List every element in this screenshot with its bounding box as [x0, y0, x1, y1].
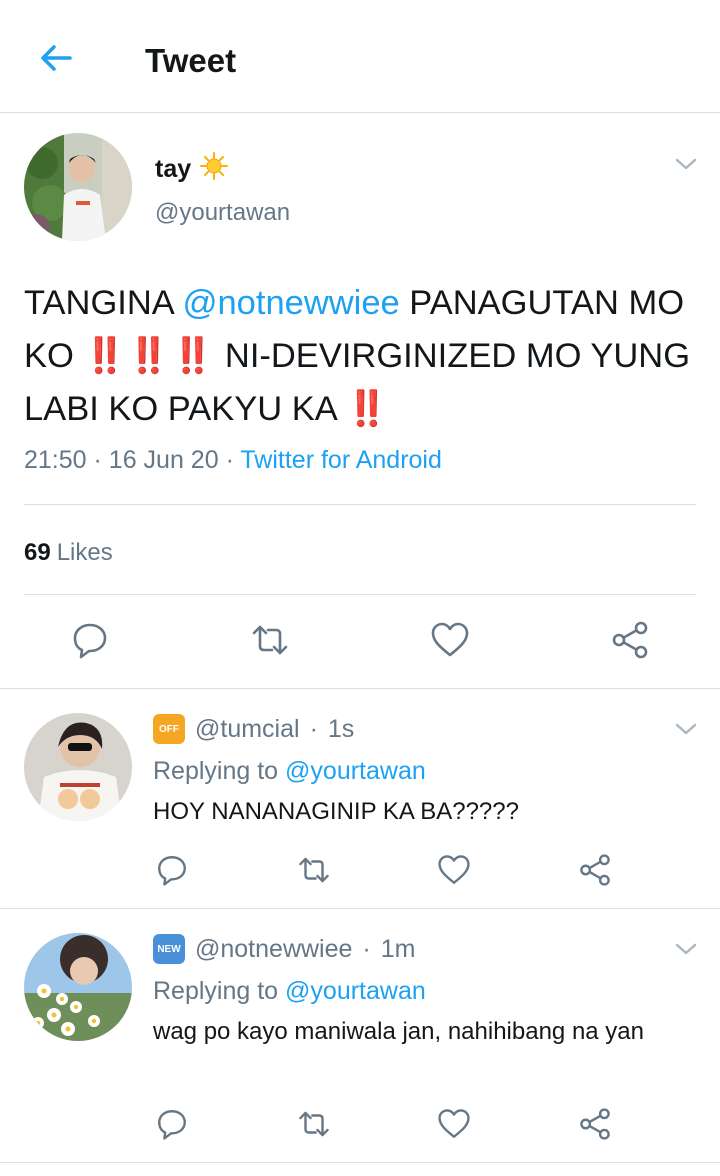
replying-to-link[interactable]: @yourtawan: [285, 977, 426, 1005]
replying-to-link[interactable]: @yourtawan: [285, 757, 426, 785]
divider: [0, 688, 720, 689]
back-arrow-icon[interactable]: [36, 38, 76, 78]
replying-to: Replying to @yourtawan: [153, 977, 426, 1005]
share-icon[interactable]: [578, 853, 612, 887]
tweet-meta: 21:50 · 16 Jun 20 · Twitter for Android: [24, 446, 442, 474]
chevron-down-icon[interactable]: [672, 935, 700, 963]
reply-header: OFF @tumcial · 1s: [153, 714, 354, 744]
divider: [24, 504, 696, 505]
retweet-icon[interactable]: [250, 620, 290, 660]
divider: [0, 908, 720, 909]
mention-link[interactable]: @notnewwiee: [182, 284, 399, 322]
double-exclamation-emoji: ‼️: [345, 390, 390, 428]
reply-handle[interactable]: @tumcial: [195, 715, 300, 744]
divider: [0, 1162, 720, 1163]
double-exclamation-emoji: ‼️‼️‼️: [83, 337, 216, 375]
avatar[interactable]: [24, 933, 132, 1041]
page-title: Tweet: [145, 42, 237, 79]
new-badge-icon: NEW: [153, 934, 185, 964]
reply-body: wag po kayo maniwala jan, nahihibang na …: [153, 1018, 645, 1045]
divider: [24, 594, 696, 595]
reply-icon[interactable]: [155, 853, 189, 887]
sun-icon: [199, 151, 229, 188]
tweet-source-link[interactable]: Twitter for Android: [240, 446, 441, 474]
top-bar: Tweet: [0, 0, 720, 113]
chevron-down-icon[interactable]: [672, 715, 700, 743]
likes-count-link[interactable]: 69 Likes: [24, 539, 113, 567]
reply-time: 1s: [327, 714, 355, 743]
reply-icon[interactable]: [155, 1107, 189, 1141]
share-icon[interactable]: [578, 1107, 612, 1141]
like-icon[interactable]: [437, 1107, 471, 1141]
user-handle[interactable]: @yourtawan: [155, 199, 290, 227]
tweet-date: 16 Jun 20: [108, 446, 219, 474]
chevron-down-icon[interactable]: [672, 150, 700, 178]
reply-time: 1m: [380, 934, 416, 963]
tweet-time: 21:50: [24, 446, 87, 474]
reply-handle[interactable]: @notnewwiee: [195, 935, 352, 964]
replying-to: Replying to @yourtawan: [153, 757, 426, 785]
avatar[interactable]: [24, 713, 132, 821]
like-icon[interactable]: [430, 620, 470, 660]
reply-body: HOY NANANAGINIP KA BA?????: [153, 798, 519, 825]
reply-header: NEW @notnewwiee · 1m: [153, 934, 415, 964]
tweet-body: TANGINA @notnewwiee PANAGUTAN MO KO ‼️‼️…: [24, 284, 691, 428]
retweet-icon[interactable]: [297, 853, 331, 887]
share-icon[interactable]: [610, 620, 650, 660]
off-badge-icon: OFF: [153, 714, 185, 744]
like-icon[interactable]: [437, 853, 471, 887]
avatar[interactable]: [24, 133, 132, 241]
reply-icon[interactable]: [70, 620, 110, 660]
display-name[interactable]: tay: [155, 151, 229, 188]
retweet-icon[interactable]: [297, 1107, 331, 1141]
